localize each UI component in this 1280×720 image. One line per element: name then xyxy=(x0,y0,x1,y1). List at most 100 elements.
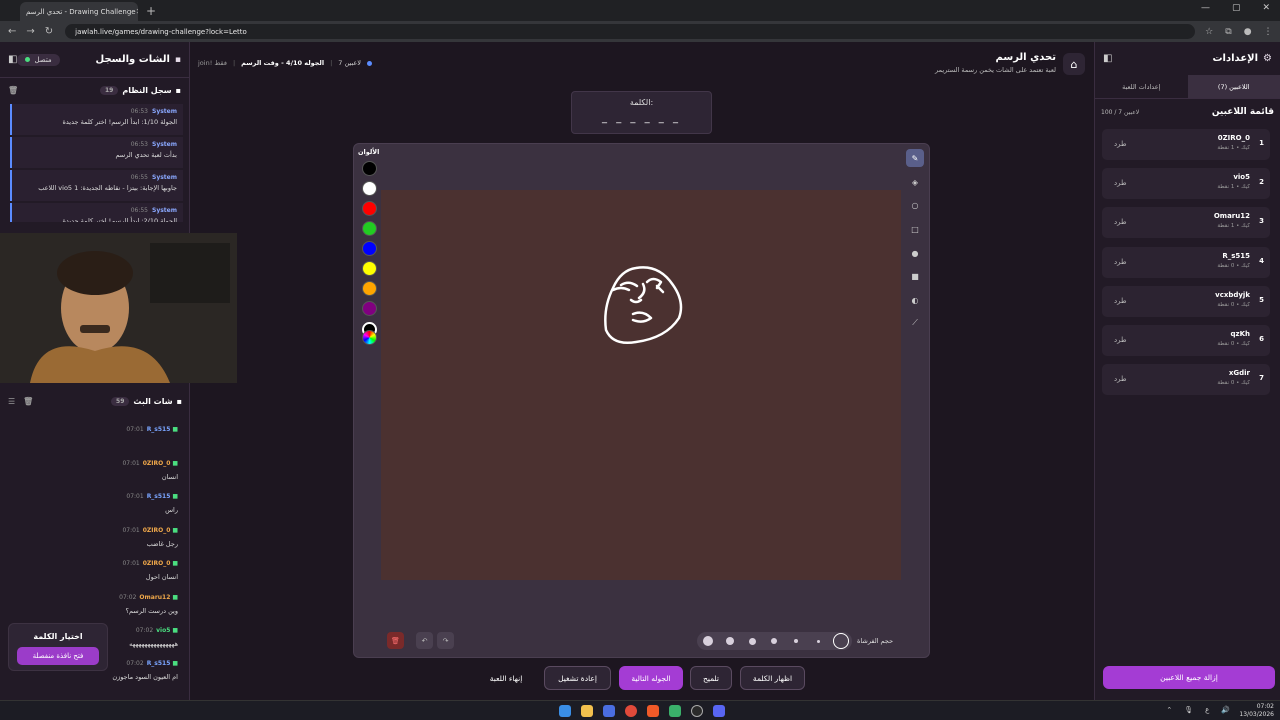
menu-icon[interactable]: ⋮ xyxy=(1264,27,1273,37)
next-round-button[interactable]: الجوله التالية xyxy=(619,666,683,690)
bookmark-star-icon[interactable]: ☆ xyxy=(1205,27,1213,37)
player-name: 0ZIRO_0 xyxy=(1217,134,1250,142)
player-name: vcxbdyjk xyxy=(1215,290,1250,299)
clock[interactable]: 07:02 13/03/2026 xyxy=(1239,703,1274,719)
redo-icon[interactable]: ↷ xyxy=(437,632,454,649)
start-icon[interactable] xyxy=(559,705,571,717)
clear-chat-icon[interactable]: 🗑 xyxy=(23,397,33,406)
player-name: qzKh xyxy=(1230,330,1251,338)
filled-circle-tool-icon[interactable]: ● xyxy=(906,244,924,262)
color-swatch[interactable] xyxy=(362,241,377,256)
line-tool-icon[interactable]: ⟋ xyxy=(906,314,924,332)
round-label: الجوله 4/10 - وقت الرسم xyxy=(241,59,325,67)
obs-icon[interactable] xyxy=(691,705,703,717)
pick-word-card: اختيار الكلمة فتح نافذة منفصلة xyxy=(8,623,108,671)
rectangle-tool-icon[interactable]: □ xyxy=(906,220,924,238)
kick-button[interactable]: طرد xyxy=(1114,140,1127,148)
color-swatch[interactable] xyxy=(362,301,377,316)
eraser-tool-icon[interactable]: ◈ xyxy=(906,173,924,191)
filled-rectangle-tool-icon[interactable]: ■ xyxy=(906,267,924,285)
collapse-settings-icon[interactable]: ◧ xyxy=(1103,53,1112,64)
brush-size-lg[interactable] xyxy=(726,637,734,645)
minimize-icon[interactable]: — xyxy=(1201,3,1210,13)
player-name: Omaru12 xyxy=(1213,212,1250,221)
language-icon[interactable]: ع xyxy=(1205,706,1209,714)
kick-button[interactable]: طرد xyxy=(1114,258,1127,266)
url-field[interactable]: jawlah.live/games/drawing-challenge?lock… xyxy=(65,24,1196,39)
profile-icon[interactable]: ● xyxy=(1244,27,1252,37)
circle-tool-icon[interactable]: ○ xyxy=(906,196,924,214)
chat-icon: ▪ xyxy=(176,396,182,406)
system-log-item: 06:55 System الجولة 2/10: ابدأ الرسم! اختر… xyxy=(10,203,183,222)
kick-button[interactable]: طرد xyxy=(1114,336,1127,344)
open-separate-window-button[interactable]: فتح نافذة منفصلة xyxy=(17,647,99,665)
list-icon[interactable]: ☰ xyxy=(8,397,15,406)
browser-tab[interactable]: تحدي الرسم - Drawing Challenge ✕ xyxy=(20,2,138,21)
mic-icon[interactable]: 🎙 xyxy=(1184,706,1193,714)
color-swatch[interactable] xyxy=(362,161,377,176)
file-explorer-icon[interactable] xyxy=(581,705,593,717)
hint-button[interactable]: تلميح xyxy=(690,666,732,690)
gear-icon: ⚙ xyxy=(1263,53,1272,64)
new-tab-icon[interactable]: + xyxy=(146,4,156,18)
maximize-icon[interactable]: ▢ xyxy=(1232,3,1241,13)
undo-icon[interactable]: ↶ xyxy=(416,632,433,649)
end-game-button[interactable]: إنهاء اللعبة xyxy=(478,666,534,690)
chrome-icon[interactable] xyxy=(625,705,637,717)
kick-button[interactable]: طرد xyxy=(1114,179,1127,187)
brush-size-sm[interactable] xyxy=(771,638,777,644)
pick-word-title: اختيار الكلمة xyxy=(33,632,83,641)
color-picker-icon[interactable] xyxy=(362,330,377,345)
brush-size-md[interactable] xyxy=(749,637,756,645)
drawing-canvas[interactable] xyxy=(381,190,901,580)
clear-canvas-icon[interactable]: 🗑 xyxy=(387,632,404,649)
brush-size-selector xyxy=(697,632,852,650)
player-row: 7 xGdir كيك • 0 نقطة طرد xyxy=(1102,364,1270,396)
player-row: 3 Omaru12 كيك • 1 نقطة طرد xyxy=(1102,207,1270,239)
color-swatch[interactable] xyxy=(362,201,377,216)
color-swatch[interactable] xyxy=(362,281,377,296)
reload-icon[interactable]: ↻ xyxy=(45,26,53,37)
tab-players[interactable]: اللاعبين (7) xyxy=(1187,75,1280,98)
restart-button[interactable]: إعادة تشغيل xyxy=(544,666,611,690)
player-points: كيك • 1 نقطة xyxy=(1217,223,1250,230)
brush-size-xxs[interactable] xyxy=(817,640,820,643)
pencil-tool-icon[interactable]: ✎ xyxy=(906,149,924,167)
forward-icon[interactable]: → xyxy=(26,26,34,37)
extensions-icon[interactable]: ⧉ xyxy=(1225,27,1231,37)
discord-icon[interactable] xyxy=(713,705,725,717)
color-swatch[interactable] xyxy=(362,221,377,236)
system-log-item: 06:55 System اللاعب vio5 جاوبها الإجابة: ب… xyxy=(10,170,183,201)
home-button[interactable]: ⌂ xyxy=(1063,53,1085,75)
player-row: 2 vio5 كيك • 1 نقطة طرد xyxy=(1102,168,1270,200)
close-window-icon[interactable]: ✕ xyxy=(1262,3,1270,13)
brush-size-selected[interactable] xyxy=(833,633,849,649)
brush-size-xl[interactable] xyxy=(703,636,713,646)
kick-button[interactable]: طرد xyxy=(1114,297,1127,305)
tab-game-settings[interactable]: إعدادات اللعبة xyxy=(1095,75,1188,98)
kick-button[interactable]: طرد xyxy=(1114,218,1127,226)
page-title: تحدي الرسم xyxy=(995,52,1056,63)
player-rank: 3 xyxy=(1259,217,1264,226)
kick-badge-icon: ■ xyxy=(172,627,178,634)
address-bar-row: ← → ↻ jawlah.live/games/drawing-challeng… xyxy=(0,21,1280,42)
color-swatch[interactable] xyxy=(362,261,377,276)
reveal-word-button[interactable]: اظهار الكلمة xyxy=(740,666,805,690)
store-icon[interactable] xyxy=(603,705,615,717)
canvas-margin-top xyxy=(381,145,901,190)
brush-size-xs[interactable] xyxy=(794,639,798,643)
app-icon[interactable] xyxy=(669,705,681,717)
volume-icon[interactable]: 🔊 xyxy=(1221,706,1230,714)
chevron-up-icon[interactable]: ⌃ xyxy=(1166,706,1172,714)
kick-badge-icon: ■ xyxy=(172,594,178,601)
back-icon[interactable]: ← xyxy=(8,26,16,37)
color-swatch[interactable] xyxy=(362,181,377,196)
collapse-panel-icon[interactable]: ◧ xyxy=(8,54,17,65)
clear-log-icon[interactable]: 🗑 xyxy=(8,86,18,95)
close-tab-icon[interactable]: ✕ xyxy=(136,7,138,16)
kick-button[interactable]: طرد xyxy=(1114,375,1127,383)
brave-icon[interactable] xyxy=(647,705,659,717)
player-rank: 6 xyxy=(1259,335,1264,343)
remove-all-players-button[interactable]: إزالة جميع اللاعبين xyxy=(1103,666,1275,689)
fill-bucket-tool-icon[interactable]: ◐ xyxy=(906,291,924,309)
